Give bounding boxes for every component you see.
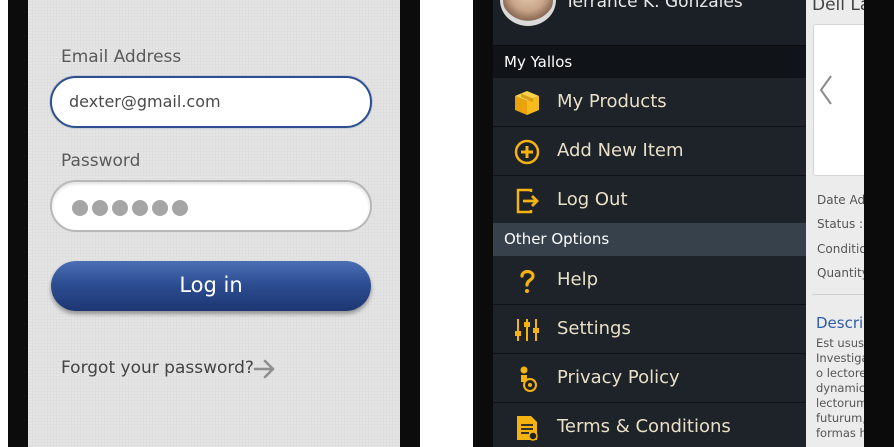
avatar[interactable] xyxy=(500,0,556,26)
question-icon xyxy=(520,269,535,293)
menu-item-settings[interactable]: Settings xyxy=(493,305,806,354)
menu-item-label: Terms & Conditions xyxy=(557,416,731,437)
product-detail-panel: Dell La Date Ad Status : Conditio Quanti… xyxy=(806,0,864,447)
section-other-options: Other Options xyxy=(493,223,806,256)
menu-item-privacy-policy[interactable]: Privacy Policy xyxy=(493,354,806,403)
menu-item-add-new-item[interactable]: Add New Item xyxy=(493,127,806,176)
menu-item-help[interactable]: Help xyxy=(493,256,806,305)
meta-status: Status : xyxy=(817,217,864,231)
menu-item-label: My Products xyxy=(557,91,667,112)
menu-item-log-out[interactable]: Log Out xyxy=(493,176,806,225)
login-screen: Email Address dexter@gmail.com Password … xyxy=(28,0,400,447)
profile-header[interactable]: Terrance K. Gonzales xyxy=(493,0,806,45)
menu-item-label: Log Out xyxy=(557,189,628,210)
email-field[interactable]: dexter@gmail.com xyxy=(50,76,372,128)
description-heading: Descri xyxy=(816,314,864,332)
password-label: Password xyxy=(61,151,141,171)
phone-frame-right-edge xyxy=(864,0,894,447)
privacy-icon xyxy=(520,366,537,392)
menu-item-my-products[interactable]: My Products xyxy=(493,78,806,127)
document-icon xyxy=(517,416,538,441)
password-mask xyxy=(72,200,188,216)
box-icon xyxy=(515,91,539,115)
section-my-yallos: My Yallos xyxy=(493,45,806,78)
forgot-password-link[interactable]: Forgot your password? xyxy=(61,358,254,378)
logout-icon xyxy=(516,188,539,214)
login-button[interactable]: Log in xyxy=(51,261,371,311)
meta-date: Date Ad xyxy=(817,193,864,207)
menu-item-label: Privacy Policy xyxy=(557,367,680,388)
navigation-drawer: Terrance K. Gonzales My Yallos My Produc… xyxy=(493,0,806,447)
meta-quantity: Quantity xyxy=(817,266,864,280)
chevron-left-icon[interactable] xyxy=(818,72,834,108)
product-title: Dell La xyxy=(812,0,864,15)
screenshot-stage: Email Address dexter@gmail.com Password … xyxy=(0,0,894,447)
menu-item-label: Help xyxy=(557,269,599,290)
menu-item-label: Settings xyxy=(557,318,631,339)
description-text: Est usus Investiga o lectore dynamic lec… xyxy=(816,336,864,440)
menu-item-label: Add New Item xyxy=(557,140,684,161)
plus-circle-icon xyxy=(514,139,540,165)
menu-item-terms-conditions[interactable]: Terms & Conditions xyxy=(493,403,806,447)
sliders-icon xyxy=(515,319,539,341)
user-name: Terrance K. Gonzales xyxy=(565,0,743,12)
arrow-right-icon[interactable] xyxy=(253,358,277,380)
meta-condition: Conditio xyxy=(817,242,864,256)
password-field[interactable] xyxy=(50,180,372,232)
divider xyxy=(812,294,864,295)
email-value: dexter@gmail.com xyxy=(69,92,221,111)
email-label: Email Address xyxy=(61,47,182,67)
